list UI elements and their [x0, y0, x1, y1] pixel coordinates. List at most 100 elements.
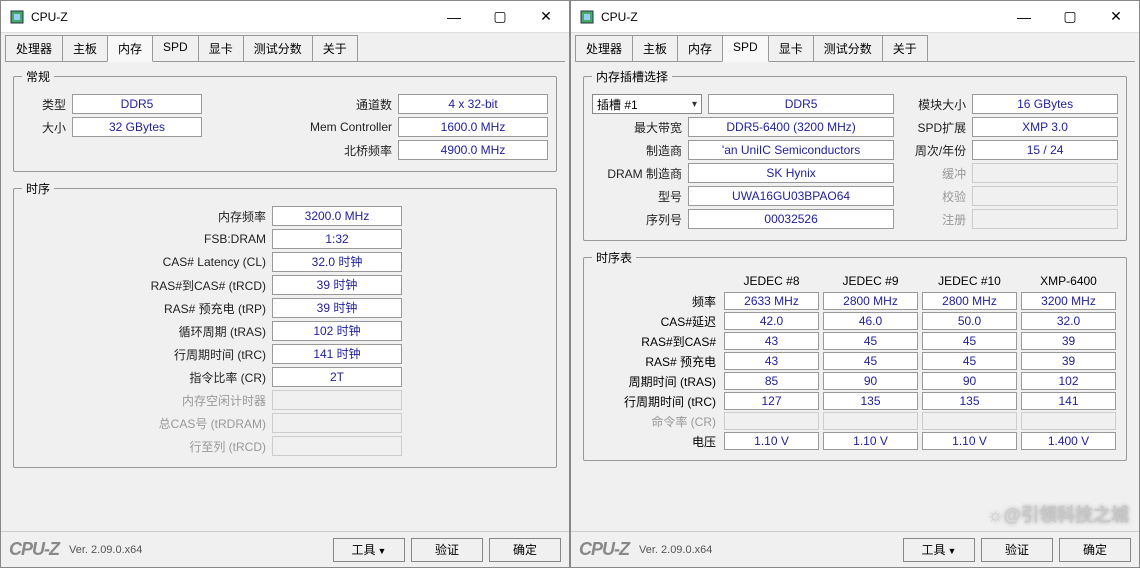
col-jedec10: JEDEC #10 — [920, 272, 1019, 290]
spdext-label: SPD扩展 — [902, 119, 972, 136]
tab-about[interactable]: 关于 — [882, 35, 928, 61]
tt-trp-3: 39 — [1021, 352, 1116, 370]
type-value: DDR5 — [72, 94, 202, 114]
titlebar[interactable]: CPU-Z — ▢ ✕ — [571, 1, 1139, 33]
tab-bar: 处理器 主板 内存 SPD 显卡 测试分数 关于 — [571, 33, 1139, 61]
window-title: CPU-Z — [601, 10, 1001, 24]
col-jedec9: JEDEC #9 — [821, 272, 920, 290]
tab-graphics[interactable]: 显卡 — [768, 35, 814, 61]
version: Ver. 2.09.0.x64 — [635, 544, 897, 556]
memctrl-label: Mem Controller — [288, 120, 398, 134]
pn-value: UWA16GU03BPAO64 — [688, 186, 894, 206]
size-value: 32 GBytes — [72, 117, 202, 137]
trp-value: 39 时钟 — [272, 298, 402, 318]
buf-label: 缓冲 — [902, 165, 972, 182]
general-group: 常规 类型DDR5 大小32 GBytes 通道数4 x 32-bit Mem … — [13, 68, 557, 172]
tt-tras-2: 90 — [922, 372, 1017, 390]
size-label: 大小 — [22, 119, 72, 136]
cr-label: 指令比率 (CR) — [22, 369, 272, 386]
tt-trcd-3: 39 — [1021, 332, 1116, 350]
tab-cpu[interactable]: 处理器 — [5, 35, 63, 61]
timing-legend: 时序 — [22, 180, 54, 197]
tt-cr-label: 命令率 (CR) — [592, 413, 722, 430]
freq-label: 内存频率 — [22, 208, 272, 225]
timing-table-legend: 时序表 — [592, 249, 636, 266]
maximize-button[interactable]: ▢ — [1047, 1, 1093, 33]
tt-trc-1: 135 — [823, 392, 918, 410]
tt-volt-1: 1.10 V — [823, 432, 918, 450]
tt-cas-0: 42.0 — [724, 312, 819, 330]
fsbdram-value: 1:32 — [272, 229, 402, 249]
tab-bar: 处理器 主板 内存 SPD 显卡 测试分数 关于 — [1, 33, 569, 61]
logo: CPU-Z — [9, 539, 59, 560]
tab-mainboard[interactable]: 主板 — [632, 35, 678, 61]
mfr-label: 制造商 — [592, 142, 688, 159]
tab-cpu[interactable]: 处理器 — [575, 35, 633, 61]
reg-label: 注册 — [902, 211, 972, 228]
tras-value: 102 时钟 — [272, 321, 402, 341]
tcas-value — [272, 413, 402, 433]
tab-spd[interactable]: SPD — [722, 35, 769, 62]
tab-bench[interactable]: 测试分数 — [243, 35, 313, 61]
tt-trc-3: 141 — [1021, 392, 1116, 410]
modsize-label: 模块大小 — [902, 96, 972, 113]
sn-label: 序列号 — [592, 211, 688, 228]
tt-trp-2: 45 — [922, 352, 1017, 370]
minimize-button[interactable]: — — [431, 1, 477, 33]
tab-memory[interactable]: 内存 — [677, 35, 723, 61]
nb-value: 4900.0 MHz — [398, 140, 548, 160]
slot-dropdown[interactable]: 插槽 #1 — [592, 94, 702, 114]
tt-tras-1: 90 — [823, 372, 918, 390]
tt-trcd-label: RAS#到CAS# — [592, 333, 722, 350]
minimize-button[interactable]: — — [1001, 1, 1047, 33]
tab-bench[interactable]: 测试分数 — [813, 35, 883, 61]
col-jedec8: JEDEC #8 — [722, 272, 821, 290]
tab-content: 常规 类型DDR5 大小32 GBytes 通道数4 x 32-bit Mem … — [5, 61, 565, 531]
close-button[interactable]: ✕ — [523, 1, 569, 33]
freq-value: 3200.0 MHz — [272, 206, 402, 226]
general-legend: 常规 — [22, 68, 54, 85]
cr-value: 2T — [272, 367, 402, 387]
tcas-label: 总CAS号 (tRDRAM) — [22, 415, 272, 432]
validate-button[interactable]: 验证 — [411, 538, 483, 562]
footer: CPU-Z Ver. 2.09.0.x64 工具▼ 验证 确定 — [571, 531, 1139, 567]
pn-label: 型号 — [592, 188, 688, 205]
slot-group: 内存插槽选择 插槽 #1 DDR5 最大带宽DDR5-6400 (3200 MH… — [583, 68, 1127, 241]
maxbw-value: DDR5-6400 (3200 MHz) — [688, 117, 894, 137]
validate-button[interactable]: 验证 — [981, 538, 1053, 562]
tt-trcd-2: 45 — [922, 332, 1017, 350]
cpuz-window-memory: CPU-Z — ▢ ✕ 处理器 主板 内存 SPD 显卡 测试分数 关于 常规 … — [0, 0, 570, 568]
close-button[interactable]: ✕ — [1093, 1, 1139, 33]
tt-tras-3: 102 — [1021, 372, 1116, 390]
cpuz-window-spd: CPU-Z — ▢ ✕ 处理器 主板 内存 SPD 显卡 测试分数 关于 内存插… — [570, 0, 1140, 568]
ok-button[interactable]: 确定 — [489, 538, 561, 562]
tt-trp-label: RAS# 预充电 — [592, 353, 722, 370]
tt-cr-3 — [1021, 412, 1116, 430]
ok-button[interactable]: 确定 — [1059, 538, 1131, 562]
tt-trcd-0: 43 — [724, 332, 819, 350]
week-label: 周次/年份 — [902, 142, 972, 159]
titlebar[interactable]: CPU-Z — ▢ ✕ — [1, 1, 569, 33]
tt-cr-2 — [922, 412, 1017, 430]
maximize-button[interactable]: ▢ — [477, 1, 523, 33]
trc-label: 行周期时间 (tRC) — [22, 346, 272, 363]
tt-cas-1: 46.0 — [823, 312, 918, 330]
tab-graphics[interactable]: 显卡 — [198, 35, 244, 61]
drammfr-label: DRAM 制造商 — [592, 165, 688, 182]
tab-spd[interactable]: SPD — [152, 35, 199, 61]
reg-value — [972, 209, 1118, 229]
tt-trc-0: 127 — [724, 392, 819, 410]
tab-mainboard[interactable]: 主板 — [62, 35, 108, 61]
tt-freq-label: 频率 — [592, 293, 722, 310]
slot-selected: 插槽 #1 — [597, 96, 638, 113]
tab-memory[interactable]: 内存 — [107, 35, 153, 62]
tt-cas-label: CAS#延迟 — [592, 313, 722, 330]
version: Ver. 2.09.0.x64 — [65, 544, 327, 556]
ecc-value — [972, 186, 1118, 206]
tools-button[interactable]: 工具▼ — [333, 538, 405, 562]
timing-group: 时序 内存频率3200.0 MHz FSB:DRAM1:32 CAS# Late… — [13, 180, 557, 468]
tt-freq-3: 3200 MHz — [1021, 292, 1116, 310]
tab-about[interactable]: 关于 — [312, 35, 358, 61]
window-title: CPU-Z — [31, 10, 431, 24]
tools-button[interactable]: 工具▼ — [903, 538, 975, 562]
